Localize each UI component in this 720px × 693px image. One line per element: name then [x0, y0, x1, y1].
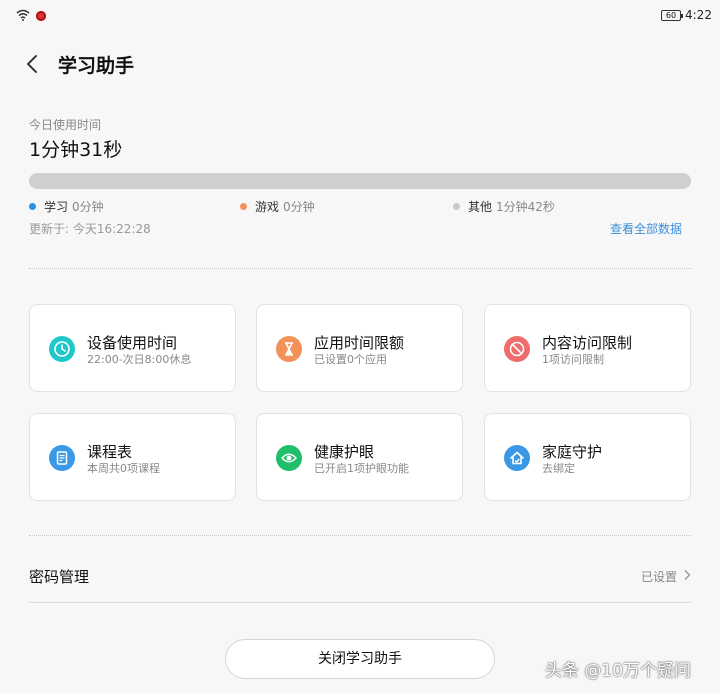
password-management-row[interactable] — [29, 555, 691, 603]
notification-icon — [36, 11, 46, 21]
view-all-data-link[interactable]: 查看全部数据 — [610, 220, 682, 237]
wifi-icon — [16, 9, 30, 21]
legend-item-other: 其他 1分钟42秒 — [453, 198, 555, 215]
updated-time: 更新于: 今天16:22:28 — [29, 222, 151, 236]
status-bar: 60 4:22 — [0, 0, 720, 32]
legend-item-study: 学习 0分钟 — [29, 198, 104, 215]
legend-dot — [453, 203, 460, 210]
close-study-assistant-button[interactable]: 关闭学习助手 — [225, 639, 495, 679]
card-subtitle: 1项访问限制 — [542, 353, 604, 366]
card-subtitle: 22:00-次日8:00休息 — [87, 353, 192, 366]
card-course-schedule[interactable]: 课程表 本周共0项课程 — [29, 413, 236, 501]
legend-name: 学习 — [44, 200, 69, 214]
block-icon — [504, 336, 530, 362]
divider — [29, 602, 691, 603]
card-title: 健康护眼 — [314, 443, 375, 461]
home-shield-icon — [504, 445, 530, 471]
card-family-guard[interactable]: 家庭守护 去绑定 — [484, 413, 691, 501]
page-title: 学习助手 — [58, 55, 135, 77]
card-subtitle: 已开启1项护眼功能 — [314, 462, 409, 475]
usage-bar — [29, 173, 691, 189]
card-title: 课程表 — [87, 443, 133, 461]
divider — [29, 535, 691, 536]
legend-item-game: 游戏 0分钟 — [240, 198, 315, 215]
legend-value: 0分钟 — [72, 200, 104, 214]
usage-total: 1分钟31秒 — [29, 139, 123, 161]
card-subtitle: 已设置0个应用 — [314, 353, 387, 366]
usage-label: 今日使用时间 — [29, 118, 102, 132]
card-title: 应用时间限额 — [314, 334, 405, 352]
card-subtitle: 本周共0项课程 — [87, 462, 160, 475]
card-eye-care[interactable]: 健康护眼 已开启1项护眼功能 — [256, 413, 463, 501]
card-app-time-limit[interactable]: 应用时间限额 已设置0个应用 — [256, 304, 463, 392]
card-device-usage-time[interactable]: 设备使用时间 22:00-次日8:00休息 — [29, 304, 236, 392]
legend-dot — [29, 203, 36, 210]
back-arrow-icon[interactable] — [24, 53, 40, 75]
watermark: 头条 @10万个疑问 — [545, 661, 692, 681]
schedule-icon — [49, 445, 75, 471]
divider — [29, 268, 691, 269]
chevron-right-icon — [684, 570, 691, 580]
card-subtitle: 去绑定 — [542, 462, 575, 475]
card-title: 内容访问限制 — [542, 334, 633, 352]
card-title: 设备使用时间 — [87, 334, 178, 352]
card-title: 家庭守护 — [542, 443, 603, 461]
password-management-label: 密码管理 — [29, 568, 90, 586]
legend-name: 其他 — [468, 200, 493, 214]
card-content-access-limit[interactable]: 内容访问限制 1项访问限制 — [484, 304, 691, 392]
battery-icon: 60 — [661, 10, 683, 21]
legend-value: 0分钟 — [283, 200, 315, 214]
legend-value: 1分钟42秒 — [496, 200, 555, 214]
legend-dot — [240, 203, 247, 210]
clock-icon — [49, 336, 75, 362]
clock-time: 4:22 — [685, 8, 712, 22]
eye-icon — [276, 445, 302, 471]
legend-name: 游戏 — [255, 200, 280, 214]
hourglass-icon — [276, 336, 302, 362]
password-status: 已设置 — [641, 570, 678, 584]
